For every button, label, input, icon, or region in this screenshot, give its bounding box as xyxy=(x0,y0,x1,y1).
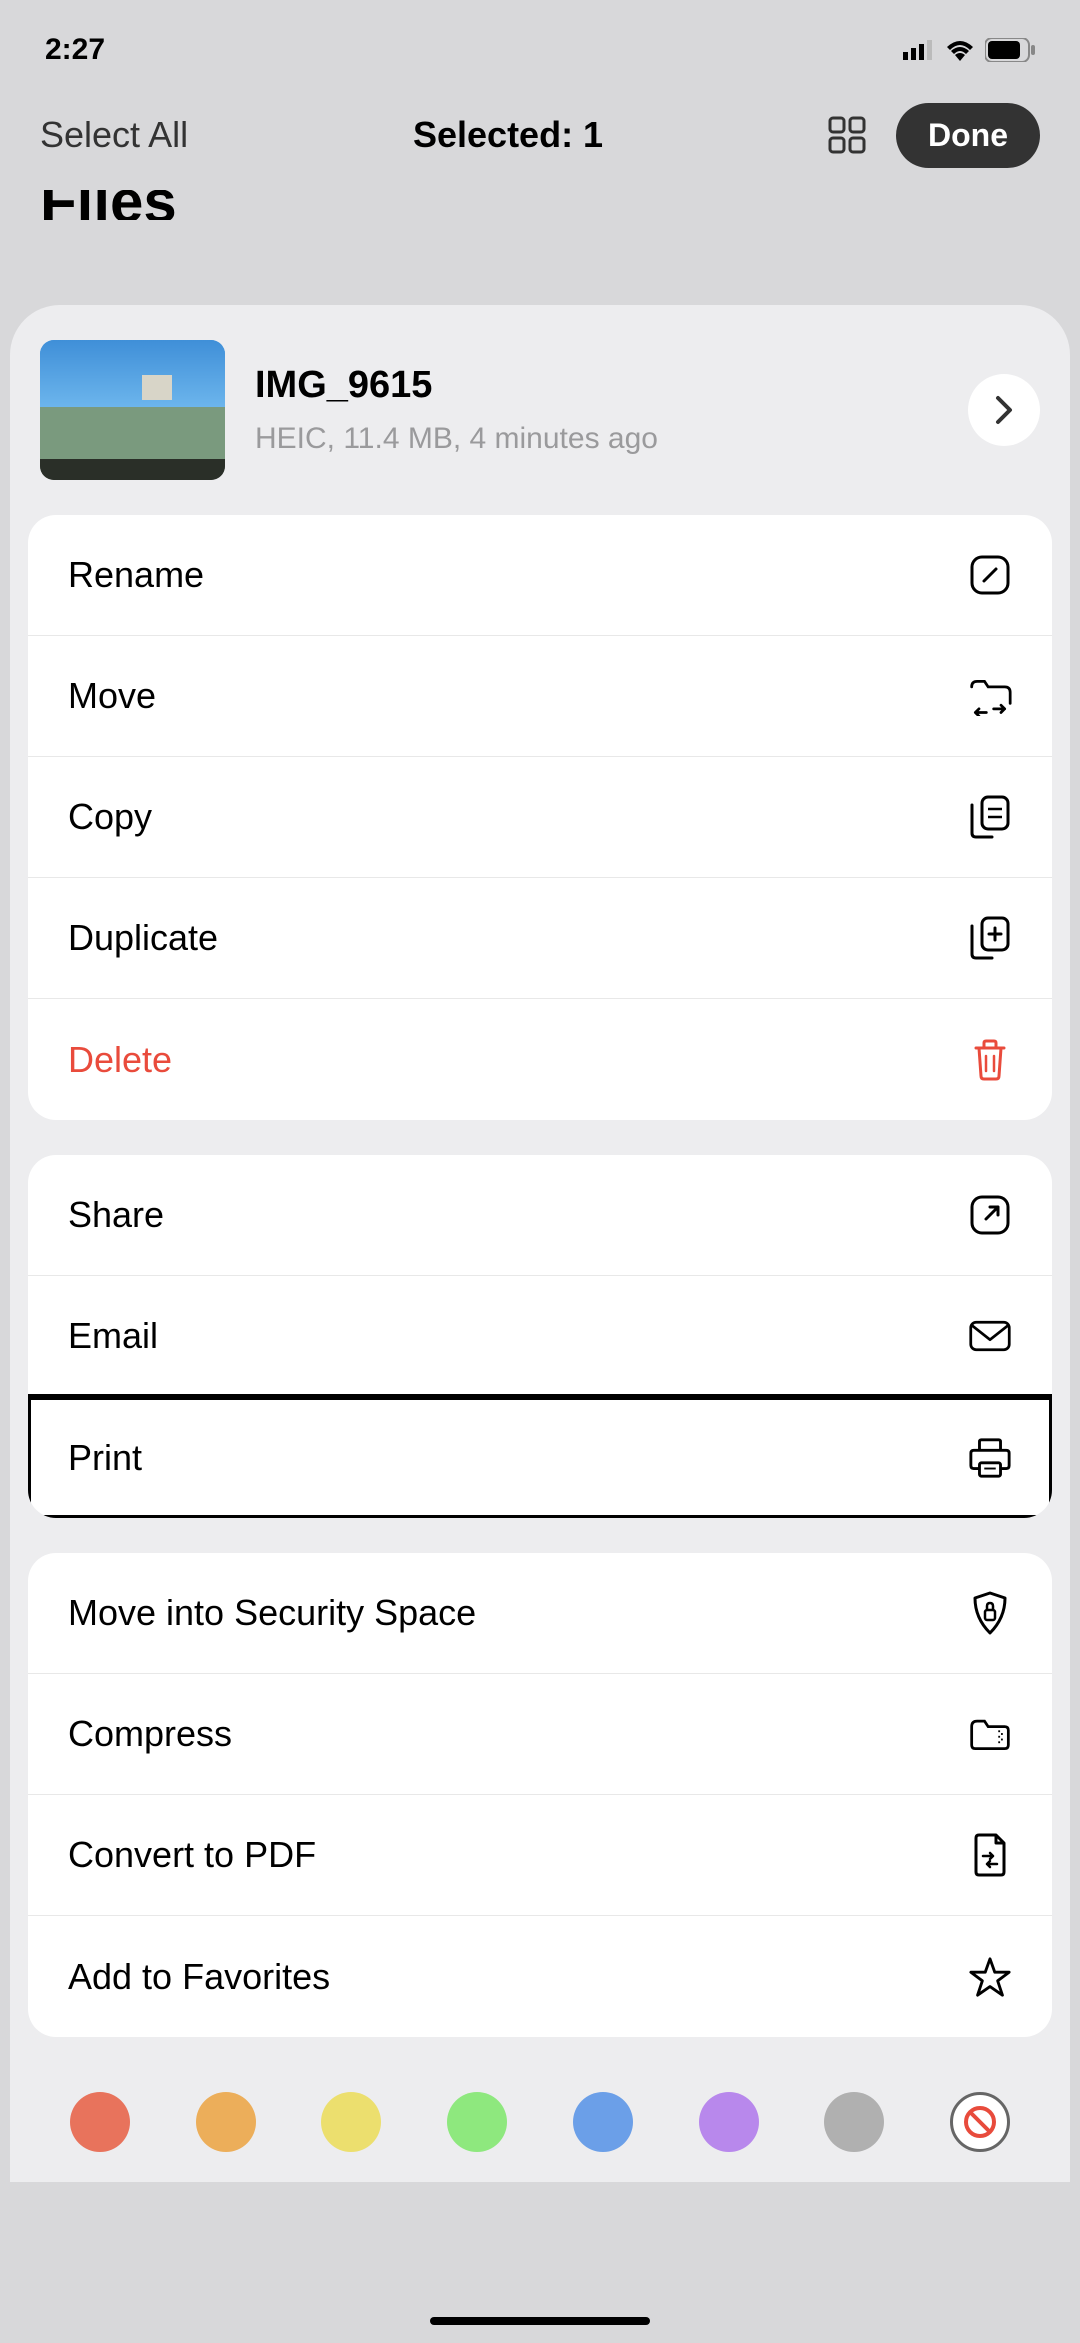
color-tag-orange[interactable] xyxy=(196,2092,256,2152)
action-label: Compress xyxy=(68,1713,232,1755)
trash-icon xyxy=(968,1038,1012,1082)
selected-count: Selected: 1 xyxy=(413,114,603,156)
action-label: Rename xyxy=(68,554,204,596)
nav-bar: Select All Selected: 1 Done xyxy=(0,80,1080,190)
action-label: Delete xyxy=(68,1039,172,1081)
action-label: Add to Favorites xyxy=(68,1956,330,1998)
file-name: IMG_9615 xyxy=(255,364,938,407)
star-icon xyxy=(968,1955,1012,1999)
page-title: Files xyxy=(0,190,1080,220)
color-tag-purple[interactable] xyxy=(699,2092,759,2152)
file-detail-button[interactable] xyxy=(968,374,1040,446)
action-group-1: Rename Move Copy Duplicate Delete xyxy=(28,515,1052,1120)
color-tag-gray[interactable] xyxy=(824,2092,884,2152)
color-tag-blue[interactable] xyxy=(573,2092,633,2152)
grid-view-icon[interactable] xyxy=(828,116,866,154)
compress-action[interactable]: Compress xyxy=(28,1674,1052,1795)
share-action[interactable]: Share xyxy=(28,1155,1052,1276)
copy-action[interactable]: Copy xyxy=(28,757,1052,878)
select-all-button[interactable]: Select All xyxy=(40,114,188,156)
doc-convert-icon xyxy=(968,1833,1012,1877)
security-space-action[interactable]: Move into Security Space xyxy=(28,1553,1052,1674)
action-sheet: IMG_9615 HEIC, 11.4 MB, 4 minutes ago Re… xyxy=(10,305,1070,2182)
status-bar: 2:27 xyxy=(0,0,1080,80)
convert-pdf-action[interactable]: Convert to PDF xyxy=(28,1795,1052,1916)
action-group-3: Move into Security Space Compress Conver… xyxy=(28,1553,1052,2037)
color-tag-row xyxy=(10,2072,1070,2152)
action-label: Print xyxy=(68,1437,142,1479)
email-action[interactable]: Email xyxy=(28,1276,1052,1397)
color-tag-none[interactable] xyxy=(950,2092,1010,2152)
file-info: IMG_9615 HEIC, 11.4 MB, 4 minutes ago xyxy=(255,364,938,456)
action-label: Convert to PDF xyxy=(68,1834,316,1876)
envelope-icon xyxy=(968,1314,1012,1358)
action-label: Email xyxy=(68,1315,158,1357)
doc-plus-icon xyxy=(968,916,1012,960)
battery-icon xyxy=(985,38,1035,62)
file-meta: HEIC, 11.4 MB, 4 minutes ago xyxy=(255,422,938,456)
home-indicator[interactable] xyxy=(430,2317,650,2325)
rename-action[interactable]: Rename xyxy=(28,515,1052,636)
action-label: Duplicate xyxy=(68,917,218,959)
archive-icon xyxy=(968,1712,1012,1756)
doc-on-doc-icon xyxy=(968,795,1012,839)
pencil-square-icon xyxy=(968,553,1012,597)
color-tag-red[interactable] xyxy=(70,2092,130,2152)
move-action[interactable]: Move xyxy=(28,636,1052,757)
print-action[interactable]: Print xyxy=(28,1397,1052,1518)
action-label: Copy xyxy=(68,796,152,838)
file-header: IMG_9615 HEIC, 11.4 MB, 4 minutes ago xyxy=(10,305,1070,515)
status-time: 2:27 xyxy=(45,33,105,67)
file-thumbnail[interactable] xyxy=(40,340,225,480)
wifi-icon xyxy=(945,39,975,61)
favorites-action[interactable]: Add to Favorites xyxy=(28,1916,1052,2037)
color-tag-green[interactable] xyxy=(447,2092,507,2152)
printer-icon xyxy=(968,1436,1012,1480)
no-tag-icon xyxy=(963,2105,997,2139)
done-button[interactable]: Done xyxy=(896,103,1040,168)
lock-shield-icon xyxy=(968,1591,1012,1635)
color-tag-yellow[interactable] xyxy=(321,2092,381,2152)
status-icons xyxy=(903,38,1035,62)
duplicate-action[interactable]: Duplicate xyxy=(28,878,1052,999)
action-label: Move into Security Space xyxy=(68,1592,476,1634)
share-arrow-icon xyxy=(968,1193,1012,1237)
action-group-2: Share Email Print xyxy=(28,1155,1052,1518)
delete-action[interactable]: Delete xyxy=(28,999,1052,1120)
cellular-icon xyxy=(903,40,935,60)
action-label: Share xyxy=(68,1194,164,1236)
chevron-right-icon xyxy=(995,395,1013,425)
folder-arrow-icon xyxy=(968,674,1012,718)
action-label: Move xyxy=(68,675,156,717)
